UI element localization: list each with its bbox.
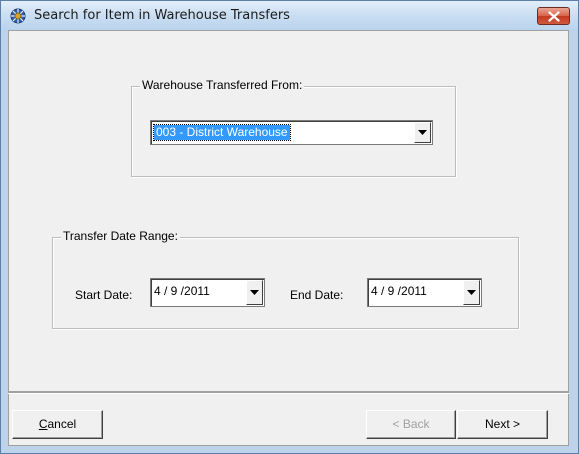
warehouse-dropdown-button[interactable]: [414, 122, 431, 143]
start-date-value: 4 / 9 /2011: [154, 284, 210, 298]
back-label: < Back: [392, 417, 430, 431]
chevron-down-icon: [418, 130, 427, 135]
dialog-body: Warehouse Transferred From: 003 - Distri…: [8, 30, 569, 392]
end-date-value: 4 / 9 /2011: [371, 284, 427, 298]
chevron-down-icon: [467, 290, 476, 295]
warehouse-group-label: Warehouse Transferred From:: [140, 78, 305, 92]
end-date-picker[interactable]: 4 / 9 /2011: [367, 278, 482, 307]
close-button[interactable]: [537, 7, 570, 25]
button-bar: Cancel < Back Next >: [8, 394, 569, 446]
start-date-dropdown-button[interactable]: [246, 280, 263, 305]
end-date-dropdown-button[interactable]: [463, 280, 480, 305]
start-date-label: Start Date:: [75, 288, 133, 302]
window-title: Search for Item in Warehouse Transfers: [34, 8, 290, 23]
close-icon: [548, 11, 560, 22]
cancel-label: ancel: [47, 417, 77, 431]
gear-globe-icon: [10, 8, 26, 24]
dialog-window: Search for Item in Warehouse Transfers W…: [0, 0, 579, 454]
cancel-button[interactable]: Cancel: [12, 410, 103, 439]
chevron-down-icon: [250, 290, 259, 295]
date-range-group-label: Transfer Date Range:: [61, 229, 180, 243]
date-range-groupbox: Transfer Date Range: Start Date: 4 / 9 /…: [52, 229, 519, 329]
warehouse-groupbox: Warehouse Transferred From: 003 - Distri…: [131, 78, 456, 177]
back-button[interactable]: < Back: [366, 410, 456, 439]
end-date-label: End Date:: [290, 288, 344, 302]
start-date-picker[interactable]: 4 / 9 /2011: [150, 278, 265, 307]
next-label: Next >: [484, 417, 520, 431]
next-button[interactable]: Next >: [457, 410, 548, 439]
warehouse-select-value: 003 - District Warehouse: [153, 124, 291, 141]
title-bar[interactable]: Search for Item in Warehouse Transfers: [1, 1, 578, 31]
warehouse-select[interactable]: 003 - District Warehouse: [150, 120, 433, 145]
